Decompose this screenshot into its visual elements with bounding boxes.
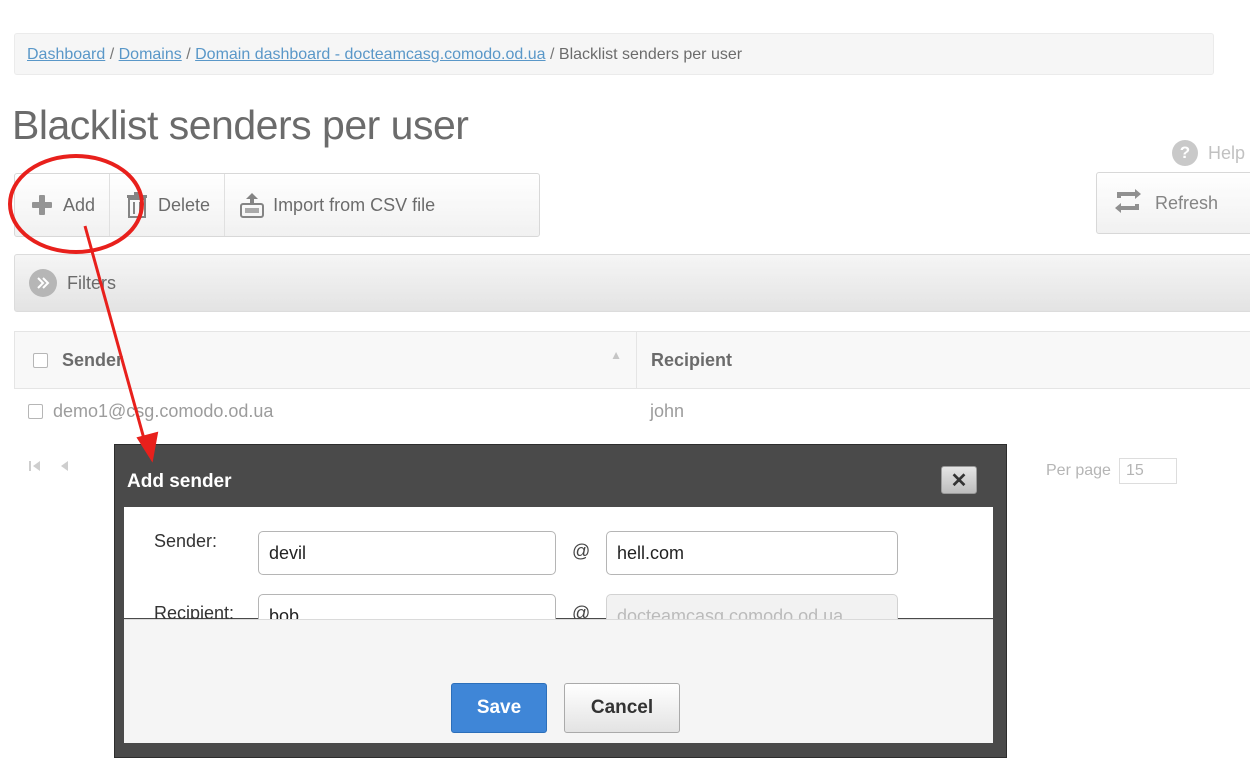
recipient-cell: john	[650, 400, 685, 421]
breadcrumb-link-domain-dashboard[interactable]: Domain dashboard - docteamcasg.comodo.od…	[195, 46, 545, 63]
filters-panel-toggle[interactable]: Filters	[14, 254, 1250, 312]
per-page-control: Per page 15	[1046, 458, 1177, 484]
delete-button-label: Delete	[158, 194, 211, 215]
breadcrumb-separator: /	[105, 46, 119, 63]
breadcrumb-current: Blacklist senders per user	[558, 46, 743, 63]
previous-page-icon[interactable]	[58, 459, 70, 478]
import-csv-button[interactable]: Import from CSV file	[224, 174, 449, 236]
dialog-footer: Save Cancel	[124, 619, 993, 743]
plus-icon	[29, 192, 55, 218]
dialog-title: Add sender	[127, 471, 232, 492]
at-separator: @	[572, 541, 591, 561]
add-button[interactable]: Add	[15, 174, 109, 236]
refresh-icon	[1113, 188, 1143, 219]
sender-value: demo1@csg.comodo.od.ua	[53, 400, 274, 421]
trash-icon	[124, 192, 150, 218]
refresh-button[interactable]: Refresh	[1096, 172, 1250, 234]
row-checkbox[interactable]	[28, 403, 43, 419]
toolbar: Add Delete Import from CSV file	[14, 173, 540, 237]
per-page-label: Per page	[1046, 462, 1111, 479]
page-title: Blacklist senders per user	[12, 102, 469, 148]
add-sender-dialog: Add sender ✕ Sender: @ Recipient: @ Save…	[114, 444, 1007, 758]
column-recipient-label: Recipient	[651, 349, 733, 370]
select-all-checkbox[interactable]	[33, 352, 48, 368]
column-header-sender[interactable]: Sender ▲	[15, 332, 637, 388]
sender-cell: demo1@csg.comodo.od.ua	[14, 401, 636, 422]
sender-field-label: Sender:	[154, 531, 218, 551]
help-label: Help	[1208, 142, 1246, 163]
column-header-recipient[interactable]: Recipient	[637, 332, 732, 388]
breadcrumb-link-dashboard[interactable]: Dashboard	[27, 46, 105, 63]
question-circle-icon: ?	[1172, 140, 1198, 166]
close-button[interactable]: ✕	[941, 466, 977, 494]
import-csv-label: Import from CSV file	[273, 194, 436, 215]
sender-user-input[interactable]	[258, 531, 556, 575]
csv-upload-icon	[239, 192, 265, 218]
filters-label: Filters	[67, 272, 116, 293]
delete-button[interactable]: Delete	[109, 174, 224, 236]
dialog-body: Sender: @ Recipient: @	[124, 507, 993, 638]
breadcrumb-separator: /	[545, 46, 559, 63]
table-row[interactable]: demo1@csg.comodo.od.ua john	[14, 391, 1250, 431]
refresh-label: Refresh	[1155, 192, 1219, 213]
per-page-select[interactable]: 15	[1118, 458, 1177, 484]
breadcrumb: Dashboard / Domains / Domain dashboard -…	[14, 33, 1214, 75]
cancel-button[interactable]: Cancel	[564, 683, 680, 733]
add-button-label: Add	[63, 194, 96, 215]
sort-ascending-icon: ▲	[610, 348, 622, 362]
column-sender-label: Sender	[62, 349, 124, 370]
breadcrumb-separator: /	[181, 46, 196, 63]
sender-domain-input[interactable]	[606, 531, 898, 575]
close-icon: ✕	[950, 469, 968, 492]
first-page-icon[interactable]	[28, 459, 42, 478]
breadcrumb-link-domains[interactable]: Domains	[119, 46, 182, 63]
save-button[interactable]: Save	[451, 683, 547, 733]
grid-header: Sender ▲ Recipient	[14, 331, 1250, 389]
chevron-right-circle-icon	[29, 269, 57, 297]
help-link[interactable]: ? Help	[1172, 140, 1245, 166]
